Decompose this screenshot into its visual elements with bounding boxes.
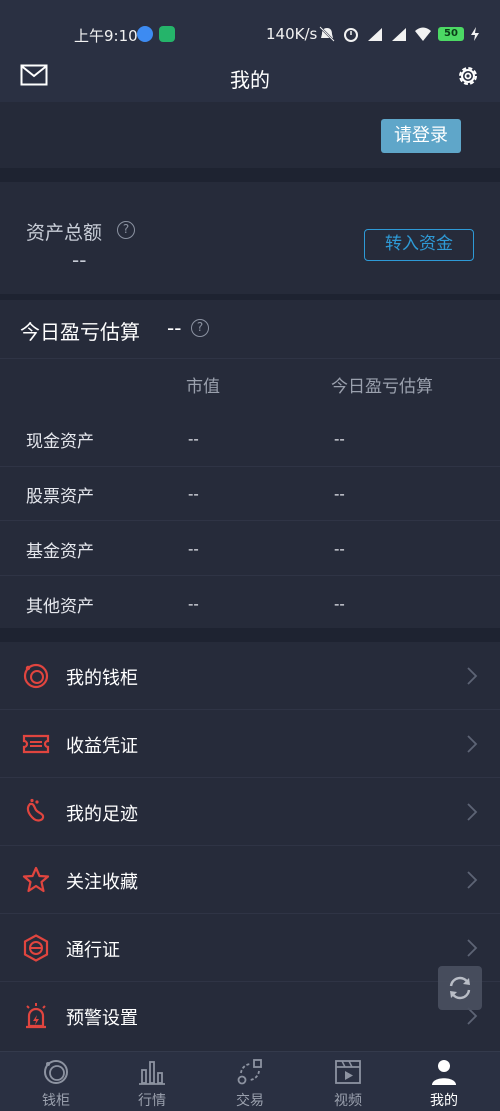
menu-item-wallet[interactable]: 我的钱柜	[0, 642, 500, 710]
tab-market[interactable]: 行情	[102, 1052, 202, 1111]
tab-label: 我的	[430, 1093, 458, 1109]
exchange-icon	[237, 1059, 262, 1085]
battery-icon: 50	[438, 27, 464, 41]
ticket-icon	[22, 734, 50, 754]
row-market-value: --	[188, 540, 199, 558]
row-pnl: --	[334, 485, 345, 503]
menu-item-ticket[interactable]: 收益凭证	[0, 710, 500, 778]
wifi-icon	[415, 27, 431, 41]
status-icons: 50	[318, 26, 480, 42]
menu-item-label: 通行证	[66, 940, 120, 961]
divider	[0, 358, 500, 359]
row-pnl: --	[334, 595, 345, 613]
status-bar: 上午9:10 140K/s 50	[0, 0, 500, 52]
signal-hd-icon	[368, 28, 382, 41]
column-header-market-value: 市值	[186, 377, 220, 397]
login-strip: 请登录	[0, 102, 500, 168]
divider	[0, 466, 500, 467]
chevron-right-icon	[467, 667, 478, 685]
status-time: 上午9:10	[74, 27, 138, 45]
menu-item-label: 我的钱柜	[66, 668, 138, 689]
tab-video[interactable]: 视频	[298, 1052, 398, 1111]
signal-hd-icon	[392, 28, 406, 41]
tab-label: 视频	[334, 1093, 362, 1109]
star-icon	[22, 866, 50, 893]
divider	[0, 575, 500, 576]
menu-item-label: 关注收藏	[66, 872, 138, 893]
help-icon[interactable]: ?	[117, 221, 135, 239]
menu-item-label: 收益凭证	[66, 736, 138, 757]
refresh-icon	[449, 976, 471, 1000]
alarm-icon	[344, 28, 358, 42]
login-button[interactable]: 请登录	[381, 119, 461, 153]
transfer-funds-button[interactable]: 转入资金	[364, 229, 474, 261]
asset-total-label: 资产总额	[26, 222, 103, 244]
row-pnl: --	[334, 430, 345, 448]
menu-item-label: 我的足迹	[66, 804, 138, 825]
refresh-button[interactable]	[438, 966, 482, 1010]
row-label: 股票资产	[26, 487, 94, 507]
bell-off-icon	[319, 26, 335, 42]
wallet-tab-icon	[44, 1060, 68, 1084]
bottom-tab-bar: 钱柜 行情 交易 视频 我的	[0, 1051, 500, 1111]
asset-total-value: --	[72, 248, 87, 272]
chevron-right-icon	[467, 735, 478, 753]
column-header-pnl: 今日盈亏估算	[331, 377, 433, 397]
help-icon[interactable]: ?	[191, 319, 209, 337]
row-label: 其他资产	[26, 597, 94, 617]
network-speed: 140K/s	[266, 25, 318, 43]
page-title: 我的	[230, 68, 270, 92]
shield-notification-icon	[159, 26, 175, 42]
menu-item-passport[interactable]: 通行证	[0, 914, 500, 982]
pnl-value: --	[167, 316, 182, 340]
app-notification-icon	[137, 26, 153, 42]
bar-chart-icon	[139, 1061, 165, 1085]
tab-label: 交易	[236, 1093, 264, 1109]
gear-icon[interactable]	[456, 64, 480, 88]
row-market-value: --	[188, 430, 199, 448]
tab-label: 钱柜	[42, 1093, 70, 1109]
charging-icon	[471, 27, 479, 41]
row-market-value: --	[188, 595, 199, 613]
menu-item-footprint[interactable]: 我的足迹	[0, 778, 500, 846]
alarm-light-icon	[26, 1003, 46, 1029]
row-label: 基金资产	[26, 542, 94, 562]
person-icon	[432, 1060, 456, 1085]
tab-mine[interactable]: 我的	[394, 1052, 494, 1111]
video-icon	[335, 1060, 361, 1084]
footprint-icon	[26, 798, 45, 822]
wallet-icon	[23, 663, 49, 689]
pnl-section: 今日盈亏估算 -- ? 市值 今日盈亏估算 现金资产 -- -- 股票资产 --…	[0, 300, 500, 628]
row-market-value: --	[188, 485, 199, 503]
chevron-right-icon	[467, 871, 478, 889]
chevron-right-icon	[467, 803, 478, 821]
tab-trade[interactable]: 交易	[200, 1052, 300, 1111]
menu-item-favorites[interactable]: 关注收藏	[0, 846, 500, 914]
row-pnl: --	[334, 540, 345, 558]
divider	[0, 520, 500, 521]
tab-wallet[interactable]: 钱柜	[6, 1052, 106, 1111]
menu-item-alert-settings[interactable]: 预警设置	[0, 982, 500, 1050]
header: 我的	[0, 52, 500, 102]
pnl-title: 今日盈亏估算	[20, 320, 140, 344]
tab-label: 行情	[138, 1093, 166, 1109]
row-label: 现金资产	[26, 432, 94, 452]
menu-list: 我的钱柜 收益凭证 我的足迹 关注收藏 通行证 预警设置	[0, 642, 500, 1051]
chevron-right-icon	[467, 939, 478, 957]
passport-icon	[23, 934, 49, 962]
menu-item-label: 预警设置	[66, 1008, 138, 1029]
